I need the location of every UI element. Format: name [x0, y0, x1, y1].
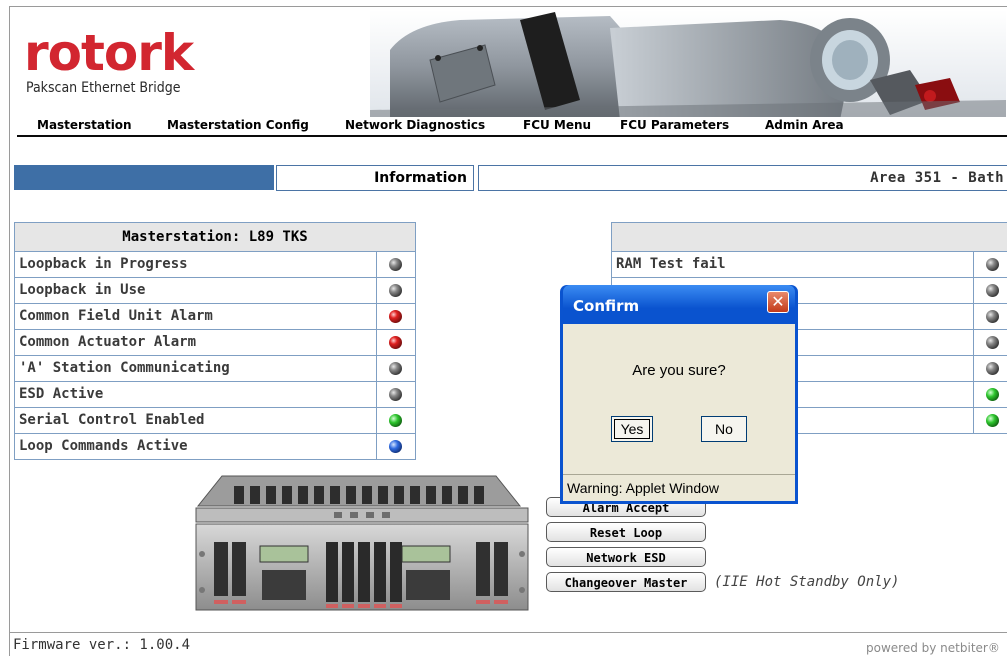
- status-label: RAM Test fail: [616, 256, 726, 272]
- nav-fcu-menu[interactable]: FCU Menu: [523, 118, 591, 132]
- dialog-title: Confirm: [573, 297, 640, 315]
- info-label: Information: [374, 170, 467, 186]
- firmware-version: Firmware ver.: 1.00.4: [13, 637, 191, 653]
- status-cell: [973, 356, 1007, 381]
- status-cell: [376, 278, 415, 303]
- nav-fcu-parameters[interactable]: FCU Parameters: [620, 118, 729, 132]
- status-label: Loopback in Progress: [19, 256, 188, 272]
- status-row: Common Actuator Alarm: [15, 330, 415, 356]
- status-led-icon: [986, 336, 999, 349]
- status-label: 'A' Station Communicating: [19, 360, 230, 376]
- powered-by: powered by netbiter®: [866, 641, 1000, 655]
- status-cell: [973, 330, 1007, 355]
- actuator-banner-image: [370, 10, 1006, 120]
- nav-admin-area[interactable]: Admin Area: [765, 118, 844, 132]
- status-label: Common Field Unit Alarm: [19, 308, 213, 324]
- status-row: Loopback in Progress: [15, 252, 415, 278]
- status-label: ESD Active: [19, 386, 104, 402]
- status-cell: [376, 356, 415, 381]
- table-title: [612, 223, 1007, 252]
- main-nav: Masterstation Masterstation Config Netwo…: [17, 117, 1007, 137]
- dialog-message: Are you sure?: [632, 362, 726, 379]
- reset-loop-button[interactable]: Reset Loop: [546, 522, 706, 542]
- network-esd-button[interactable]: Network ESD: [546, 547, 706, 567]
- area-name: Area 351 - Bath: [870, 170, 1004, 186]
- yes-button[interactable]: Yes: [611, 416, 653, 442]
- nav-masterstation-config[interactable]: Masterstation Config: [167, 118, 309, 132]
- changeover-master-button[interactable]: Changeover Master: [546, 572, 706, 592]
- close-icon[interactable]: ✕: [767, 291, 789, 313]
- changeover-note: (IIE Hot Standby Only): [714, 574, 900, 590]
- status-led-icon: [986, 388, 999, 401]
- status-row: Loopback in Use: [15, 278, 415, 304]
- status-cell: [376, 382, 415, 407]
- info-bar-accent: [14, 165, 274, 190]
- status-led-icon: [986, 310, 999, 323]
- status-cell: [376, 304, 415, 329]
- status-led-icon: [389, 310, 402, 323]
- status-led-icon: [986, 362, 999, 375]
- rotork-logo: rotork: [24, 24, 194, 82]
- product-subtitle: Pakscan Ethernet Bridge: [26, 80, 181, 96]
- confirm-dialog: Confirm ✕ Are you sure? Yes No Warning: …: [560, 285, 798, 504]
- dialog-body: Are you sure? Yes No Warning: Applet Win…: [563, 324, 795, 501]
- status-led-icon: [389, 388, 402, 401]
- status-label: Loopback in Use: [19, 282, 146, 298]
- masterstation-status-table: Masterstation: L89 TKS Loopback in Progr…: [14, 222, 416, 460]
- status-row: Common Field Unit Alarm: [15, 304, 415, 330]
- status-row: ESD Active: [15, 382, 415, 408]
- status-cell: [376, 408, 415, 433]
- status-led-icon: [389, 440, 402, 453]
- footer-divider: [9, 632, 1007, 633]
- applet-warning: Warning: Applet Window: [563, 474, 795, 501]
- status-label: Loop Commands Active: [19, 438, 188, 454]
- status-row: Loop Commands Active: [15, 434, 415, 459]
- status-cell: [376, 252, 415, 277]
- status-row: Serial Control Enabled: [15, 408, 415, 434]
- status-led-icon: [389, 414, 402, 427]
- status-label: Common Actuator Alarm: [19, 334, 197, 350]
- status-cell: [973, 408, 1007, 433]
- status-row: 'A' Station Communicating: [15, 356, 415, 382]
- status-cell: [376, 330, 415, 355]
- info-section-box: Information: [276, 165, 474, 191]
- status-cell: [376, 434, 415, 459]
- status-cell: [973, 278, 1007, 303]
- dialog-titlebar[interactable]: Confirm ✕: [563, 285, 795, 324]
- status-cell: [973, 382, 1007, 407]
- nav-network-diagnostics[interactable]: Network Diagnostics: [345, 118, 485, 132]
- status-led-icon: [389, 258, 402, 271]
- table-title: Masterstation: L89 TKS: [15, 223, 415, 252]
- status-led-icon: [389, 336, 402, 349]
- status-led-icon: [986, 414, 999, 427]
- area-box: Area 351 - Bath: [478, 165, 1007, 191]
- status-led-icon: [986, 258, 999, 271]
- nav-masterstation[interactable]: Masterstation: [37, 118, 132, 132]
- no-button[interactable]: No: [701, 416, 747, 442]
- status-cell: [973, 304, 1007, 329]
- masterstation-rack-image: [194, 474, 530, 612]
- status-led-icon: [986, 284, 999, 297]
- status-led-icon: [389, 284, 402, 297]
- status-cell: [973, 252, 1007, 277]
- status-led-icon: [389, 362, 402, 375]
- status-label: Serial Control Enabled: [19, 412, 205, 428]
- status-row: RAM Test fail: [612, 252, 1007, 278]
